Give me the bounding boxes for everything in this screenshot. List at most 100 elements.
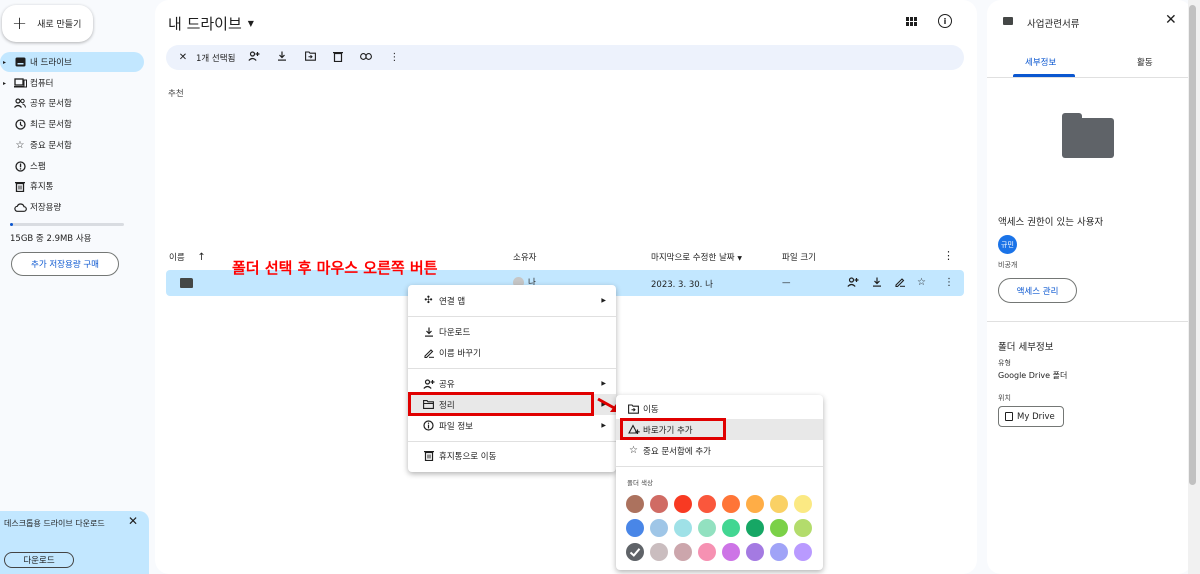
download-icon <box>418 327 439 337</box>
open-with-icon: ✣ <box>424 295 433 306</box>
context-menu: ✣ 연결 앱 ▶ 다운로드 이름 바꾸기 공유 ▶ 정리 ▶ 파일 정보 ▶ 휴… <box>408 285 616 472</box>
folder-color-swatch[interactable] <box>770 495 788 513</box>
promo-download-button[interactable]: 다운로드 <box>4 552 74 568</box>
menu-item-label: 휴지통으로 이동 <box>439 451 497 462</box>
sort-arrow-up-icon[interactable]: ↑ <box>197 252 205 263</box>
sidebar-item-computers[interactable]: ▸ 컴퓨터 <box>0 73 144 93</box>
cloud-icon <box>10 202 30 212</box>
link-icon[interactable] <box>357 52 375 63</box>
menu-item-add-shortcut[interactable]: 바로가기 추가 <box>616 419 823 440</box>
folder-color-swatch[interactable] <box>770 543 788 561</box>
folder-color-swatch[interactable] <box>746 495 764 513</box>
desktop-download-promo: 데스크톱용 드라이브 다운로드 ✕ 다운로드 <box>0 511 149 574</box>
chevron-down-icon: ▼ <box>247 19 254 28</box>
folder-color-swatch[interactable] <box>674 543 692 561</box>
folder-color-swatch[interactable] <box>770 519 788 537</box>
close-icon[interactable]: ✕ <box>174 52 192 63</box>
selection-count: 1개 선택됨 <box>196 53 236 64</box>
sidebar-item-storage[interactable]: 저장용량 <box>0 197 144 217</box>
more-vert-icon[interactable]: ⋮ <box>943 249 954 262</box>
sidebar-item-label: 스팸 <box>30 162 46 172</box>
sidebar-item-spam[interactable]: 스팸 <box>0 156 144 176</box>
close-icon[interactable]: ✕ <box>1165 12 1177 28</box>
rename-icon[interactable] <box>895 277 905 290</box>
column-header-name[interactable]: 이름 ↑ <box>169 251 206 263</box>
menu-item-move-to-trash[interactable]: 휴지통으로 이동 <box>408 445 616 466</box>
folder-color-swatch[interactable] <box>722 495 740 513</box>
access-status: 비공개 <box>998 261 1018 269</box>
download-icon[interactable] <box>273 51 291 64</box>
divider <box>987 321 1192 322</box>
expand-caret-icon[interactable]: ▸ <box>3 59 10 66</box>
expand-caret-icon[interactable]: ▸ <box>3 80 10 87</box>
sidebar-item-my-drive[interactable]: ▸ 내 드라이브 <box>0 52 144 72</box>
folder-color-swatch[interactable] <box>626 543 644 561</box>
folder-color-swatch[interactable] <box>698 519 716 537</box>
menu-divider <box>408 368 616 369</box>
avatar[interactable]: 규민 <box>998 235 1017 254</box>
grid-view-icon[interactable] <box>906 15 917 29</box>
sidebar-item-recent[interactable]: 최근 문서함 <box>0 114 144 134</box>
trash-icon <box>418 450 439 461</box>
folder-color-swatch[interactable] <box>698 495 716 513</box>
column-header-modified[interactable]: 마지막으로 수정한 날짜 ▼ <box>651 251 742 263</box>
sidebar-item-shared[interactable]: 공유 문서함 <box>0 93 144 113</box>
star-icon: ☆ <box>629 445 638 456</box>
folder-color-swatch[interactable] <box>650 495 668 513</box>
tab-details[interactable]: 세부정보 <box>1025 56 1056 68</box>
new-button[interactable]: + 새로 만들기 <box>2 5 93 42</box>
recent-icon <box>10 118 30 130</box>
star-icon[interactable]: ☆ <box>917 277 926 288</box>
new-button-label: 새로 만들기 <box>37 20 82 30</box>
my-drive-icon <box>1005 412 1013 421</box>
more-vert-icon[interactable]: ⋮ <box>385 52 403 63</box>
move-icon[interactable] <box>301 51 319 64</box>
menu-item-rename[interactable]: 이름 바꾸기 <box>408 342 616 363</box>
share-icon[interactable] <box>847 277 859 290</box>
trash-icon[interactable] <box>329 51 347 65</box>
folder-color-swatch[interactable] <box>746 543 764 561</box>
menu-item-download[interactable]: 다운로드 <box>408 321 616 342</box>
shared-icon <box>10 98 30 108</box>
plus-icon: + <box>12 12 28 34</box>
folder-open-icon <box>418 400 439 409</box>
menu-item-move[interactable]: 이동 <box>616 398 823 419</box>
manage-access-button[interactable]: 액세스 관리 <box>998 278 1077 303</box>
scrollbar-thumb[interactable] <box>1189 5 1196 485</box>
sidebar-item-trash[interactable]: 휴지통 <box>0 176 144 196</box>
location-chip[interactable]: My Drive <box>998 406 1064 427</box>
folder-color-swatch[interactable] <box>722 519 740 537</box>
menu-item-share[interactable]: 공유 ▶ <box>408 373 616 394</box>
folder-color-swatch[interactable] <box>674 519 692 537</box>
more-vert-icon[interactable]: ⋮ <box>944 277 954 288</box>
share-icon[interactable] <box>245 51 263 64</box>
folder-color-swatch[interactable] <box>794 543 812 561</box>
folder-color-swatch[interactable] <box>746 519 764 537</box>
close-icon[interactable]: ✕ <box>128 514 138 528</box>
folder-color-swatch[interactable] <box>674 495 692 513</box>
folder-color-swatch[interactable] <box>722 543 740 561</box>
menu-item-organize[interactable]: 정리 ▶ <box>408 394 616 415</box>
folder-color-swatch[interactable] <box>650 543 668 561</box>
column-header-owner[interactable]: 소유자 <box>513 251 536 263</box>
folder-color-swatch[interactable] <box>626 519 644 537</box>
menu-item-open-with[interactable]: ✣ 연결 앱 ▶ <box>408 290 616 311</box>
download-icon[interactable] <box>872 277 882 290</box>
tab-activity[interactable]: 활동 <box>1137 56 1153 68</box>
folder-details-heading: 폴더 세부정보 <box>998 342 1054 353</box>
menu-item-add-to-starred[interactable]: ☆ 중요 문서함에 추가 <box>616 440 823 461</box>
folder-color-swatch[interactable] <box>650 519 668 537</box>
folder-color-swatch[interactable] <box>794 495 812 513</box>
menu-item-file-info[interactable]: 파일 정보 ▶ <box>408 415 616 436</box>
info-icon[interactable]: i <box>938 14 952 28</box>
folder-color-swatch[interactable] <box>698 543 716 561</box>
rename-icon <box>418 348 439 358</box>
page-title[interactable]: 내 드라이브 ▼ <box>168 13 254 34</box>
menu-item-label: 중요 문서함에 추가 <box>643 446 711 457</box>
column-header-size[interactable]: 파일 크기 <box>782 251 816 263</box>
buy-storage-button[interactable]: 추가 저장용량 구매 <box>11 252 119 276</box>
trash-icon <box>10 181 30 192</box>
folder-color-swatch[interactable] <box>794 519 812 537</box>
sidebar-item-starred[interactable]: ☆ 중요 문서함 <box>0 135 144 155</box>
folder-color-swatch[interactable] <box>626 495 644 513</box>
